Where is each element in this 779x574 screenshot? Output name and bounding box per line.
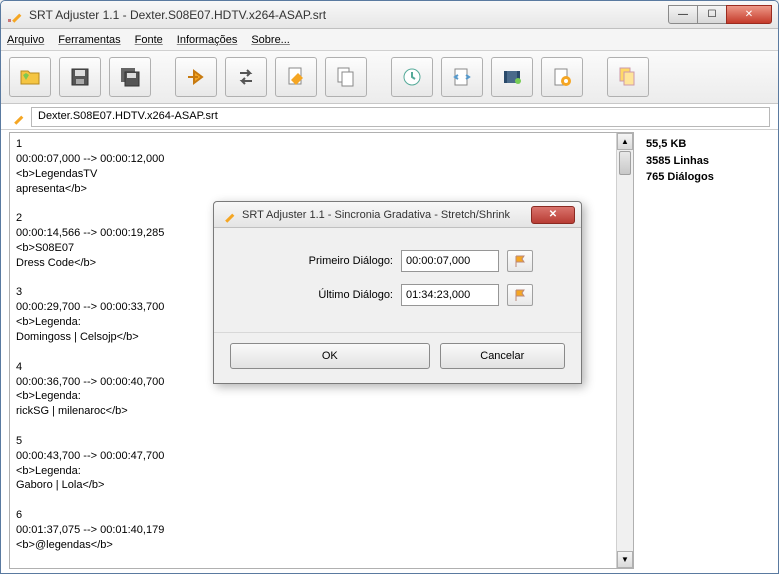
save-icon: [68, 65, 92, 89]
last-dialog-input[interactable]: [401, 284, 499, 306]
sync-dialog: SRT Adjuster 1.1 - Sincronia Gradativa -…: [213, 201, 582, 384]
cancel-button[interactable]: Cancelar: [440, 343, 565, 369]
first-dialog-input[interactable]: [401, 250, 499, 272]
scroll-down-button[interactable]: ▼: [617, 551, 633, 568]
menu-ferramentas[interactable]: Ferramentas: [58, 34, 120, 46]
window-title: SRT Adjuster 1.1 - Dexter.S08E07.HDTV.x2…: [29, 8, 669, 22]
film-icon: [500, 65, 524, 89]
dialog-count: 765 Diálogos: [646, 169, 770, 186]
flag-icon: [513, 254, 527, 268]
edit-icon: [284, 65, 308, 89]
clock-button[interactable]: [391, 57, 433, 97]
close-button[interactable]: ✕: [726, 5, 772, 24]
scroll-up-button[interactable]: ▲: [617, 133, 633, 150]
stretch-button[interactable]: [441, 57, 483, 97]
first-dialog-row: Primeiro Diálogo:: [232, 250, 563, 272]
film-button[interactable]: [491, 57, 533, 97]
pages-button[interactable]: [607, 57, 649, 97]
vertical-scrollbar[interactable]: ▲ ▼: [616, 133, 633, 568]
filename-field[interactable]: Dexter.S08E07.HDTV.x264-ASAP.srt: [31, 107, 770, 127]
dialog-buttons: OK Cancelar: [214, 332, 581, 383]
save-all-icon: [118, 65, 142, 89]
save-all-button[interactable]: [109, 57, 151, 97]
menu-informacoes[interactable]: Informações: [177, 34, 238, 46]
main-window: SRT Adjuster 1.1 - Dexter.S08E07.HDTV.x2…: [0, 0, 779, 574]
save-button[interactable]: [59, 57, 101, 97]
menu-arquivo[interactable]: Arquivo: [7, 34, 44, 46]
scroll-thumb[interactable]: [619, 151, 631, 175]
pages-icon: [616, 65, 640, 89]
settings-button[interactable]: [541, 57, 583, 97]
dialog-titlebar: SRT Adjuster 1.1 - Sincronia Gradativa -…: [214, 202, 581, 228]
open-icon: [18, 65, 42, 89]
titlebar: SRT Adjuster 1.1 - Dexter.S08E07.HDTV.x2…: [1, 1, 778, 29]
copy-icon: [334, 65, 358, 89]
maximize-button[interactable]: ☐: [697, 5, 727, 24]
window-controls: — ☐ ✕: [669, 5, 772, 24]
stretch-icon: [450, 65, 474, 89]
toolbar: [1, 51, 778, 104]
filebar: Dexter.S08E07.HDTV.x264-ASAP.srt: [1, 104, 778, 130]
menubar: Arquivo Ferramentas Fonte Informações So…: [1, 29, 778, 51]
open-button[interactable]: [9, 57, 51, 97]
flag-icon: [513, 288, 527, 302]
pencil-icon: [220, 207, 236, 223]
info-panel: 55,5 KB 3585 Linhas 765 Diálogos: [638, 130, 778, 573]
swap-icon: [234, 65, 258, 89]
edit-button[interactable]: [275, 57, 317, 97]
pencil-icon: [9, 109, 25, 125]
app-icon: [7, 7, 23, 23]
forward-icon: [184, 65, 208, 89]
swap-button[interactable]: [225, 57, 267, 97]
last-dialog-row: Último Diálogo:: [232, 284, 563, 306]
dialog-close-button[interactable]: ✕: [531, 206, 575, 224]
menu-sobre[interactable]: Sobre...: [251, 34, 290, 46]
menu-fonte[interactable]: Fonte: [135, 34, 163, 46]
last-flag-button[interactable]: [507, 284, 533, 306]
clock-icon: [400, 65, 424, 89]
dialog-title: SRT Adjuster 1.1 - Sincronia Gradativa -…: [242, 209, 531, 221]
line-count: 3585 Linhas: [646, 153, 770, 170]
minimize-button[interactable]: —: [668, 5, 698, 24]
last-dialog-label: Último Diálogo:: [318, 289, 393, 301]
forward-button[interactable]: [175, 57, 217, 97]
ok-button[interactable]: OK: [230, 343, 430, 369]
copy-button[interactable]: [325, 57, 367, 97]
first-dialog-label: Primeiro Diálogo:: [309, 255, 393, 267]
first-flag-button[interactable]: [507, 250, 533, 272]
dialog-body: Primeiro Diálogo: Último Diálogo:: [214, 228, 581, 332]
gear-icon: [550, 65, 574, 89]
file-size: 55,5 KB: [646, 136, 770, 153]
